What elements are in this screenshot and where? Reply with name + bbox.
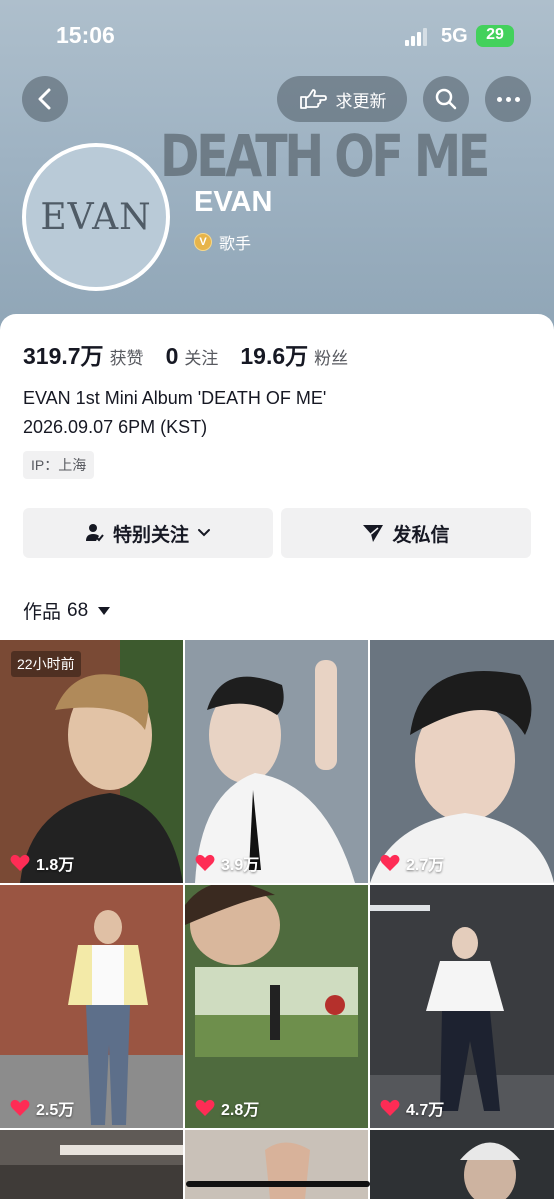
video-thumbnail[interactable]: 4.7万 xyxy=(370,885,554,1128)
like-count: 4.7万 xyxy=(380,1096,444,1120)
video-thumbnail[interactable]: 2.5万 xyxy=(0,885,183,1128)
verified-badge-icon: V xyxy=(194,233,212,251)
heart-icon xyxy=(10,1099,30,1116)
like-count: 2.5万 xyxy=(10,1096,74,1120)
like-count-value: 3.9万 xyxy=(221,857,260,874)
like-count-value: 2.8万 xyxy=(221,1102,260,1119)
post-time-badge: 22小时前 xyxy=(11,651,81,677)
bio-line-2: 2026.09.07 6PM (KST) xyxy=(23,417,208,437)
heart-icon xyxy=(380,1099,400,1116)
request-update-label: 求更新 xyxy=(335,91,387,111)
followers-label: 粉丝 xyxy=(314,349,349,368)
profile-stats: 319.7万 获赞 0 关注 19.6万 粉丝 xyxy=(23,337,370,371)
video-thumbnail[interactable]: 2.8万 xyxy=(185,885,368,1128)
special-follow-button[interactable]: 特别关注 xyxy=(23,508,273,558)
chevron-left-icon xyxy=(38,88,51,110)
like-count-value: 2.7万 xyxy=(406,857,445,874)
status-time: 15:06 xyxy=(56,22,115,48)
home-indicator[interactable] xyxy=(186,1181,370,1187)
thumbnail-image xyxy=(0,885,183,1128)
user-follow-icon xyxy=(85,524,104,542)
thumbnail-image xyxy=(185,1130,368,1199)
heart-icon xyxy=(380,854,400,871)
network-type: 5G xyxy=(441,25,468,47)
send-message-label: 发私信 xyxy=(392,524,450,546)
works-tab[interactable]: 作品 68 xyxy=(23,597,111,624)
search-button[interactable] xyxy=(423,76,469,122)
battery-icon: 29 xyxy=(476,25,514,47)
caret-down-icon xyxy=(98,606,111,615)
signal-icon xyxy=(405,28,431,46)
works-label: 作品 xyxy=(23,602,62,623)
following-count[interactable]: 0 xyxy=(166,343,179,370)
like-count: 1.8万 xyxy=(10,851,74,875)
avatar-text: EVAN xyxy=(40,196,152,238)
more-icon xyxy=(496,96,520,102)
like-count: 3.9万 xyxy=(195,851,259,875)
bio: EVAN 1st Mini Album 'DEATH OF ME' 2026.0… xyxy=(23,384,326,442)
ip-location-tag: IP：上海 xyxy=(23,451,95,479)
like-count-value: 2.5万 xyxy=(36,1102,75,1119)
request-update-button[interactable]: 求更新 xyxy=(277,76,407,122)
like-count: 2.8万 xyxy=(195,1096,259,1120)
profile-name: EVAN xyxy=(194,186,273,218)
battery-level: 29 xyxy=(486,26,504,43)
video-thumbnail[interactable]: 2.7万 xyxy=(370,640,554,883)
video-thumbnail[interactable]: 3.9万 xyxy=(185,640,368,883)
followers-count[interactable]: 19.6万 xyxy=(240,337,308,371)
send-message-button[interactable]: 发私信 xyxy=(281,508,531,558)
send-icon xyxy=(363,525,384,542)
status-bar: 15:06 5G 29 xyxy=(0,0,554,70)
verified-role: V 歌手 xyxy=(194,230,251,254)
video-thumbnail[interactable] xyxy=(0,1130,183,1199)
video-thumbnail[interactable] xyxy=(370,1130,554,1199)
back-button[interactable] xyxy=(22,76,68,122)
likes-label: 获赞 xyxy=(109,349,144,368)
heart-icon xyxy=(195,854,215,871)
chevron-down-icon xyxy=(198,529,210,537)
pointing-hand-icon xyxy=(299,89,327,109)
thumbnail-image xyxy=(370,1130,554,1199)
like-count-value: 1.8万 xyxy=(36,857,75,874)
likes-count[interactable]: 319.7万 xyxy=(23,337,104,371)
thumbnail-image xyxy=(0,1130,183,1199)
role-label: 歌手 xyxy=(219,236,252,253)
thumbnail-image xyxy=(185,885,368,1128)
like-count: 2.7万 xyxy=(380,851,444,875)
banner-text: DEATH OF ME xyxy=(160,122,490,190)
special-follow-label: 特别关注 xyxy=(112,524,189,546)
heart-icon xyxy=(10,854,30,871)
following-label: 关注 xyxy=(184,349,219,368)
heart-icon xyxy=(195,1099,215,1116)
avatar[interactable]: EVAN xyxy=(22,143,170,291)
more-button[interactable] xyxy=(485,76,531,122)
video-thumbnail[interactable] xyxy=(185,1130,368,1199)
like-count-value: 4.7万 xyxy=(406,1102,445,1119)
thumbnail-image xyxy=(370,640,554,883)
works-count: 68 xyxy=(67,599,89,621)
thumbnail-image xyxy=(370,885,554,1128)
search-icon xyxy=(435,88,457,110)
bio-line-1: EVAN 1st Mini Album 'DEATH OF ME' xyxy=(23,388,327,408)
thumbnail-image xyxy=(185,640,368,883)
video-thumbnail[interactable]: 22小时前 1.8万 xyxy=(0,640,183,883)
